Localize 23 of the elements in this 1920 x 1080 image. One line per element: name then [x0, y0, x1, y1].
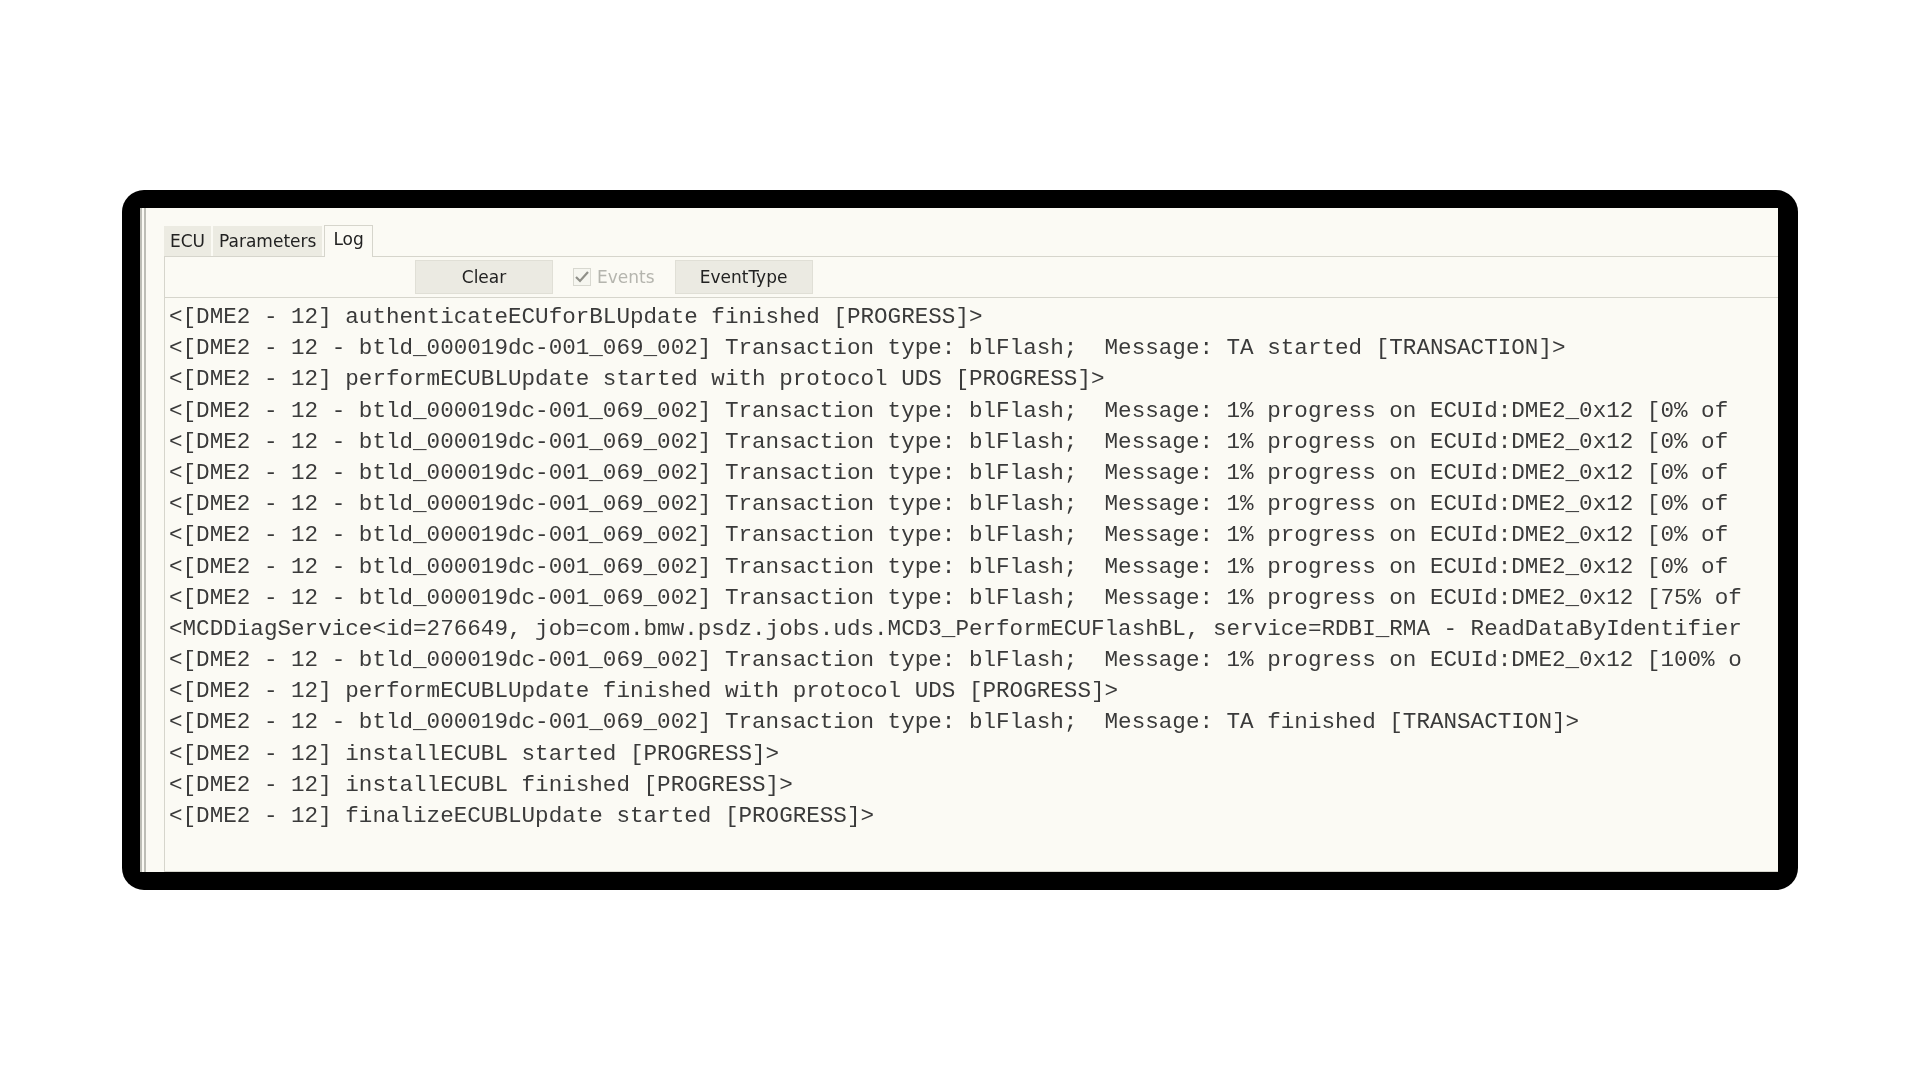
log-line: <[DME2 - 12] finalizeECUBLUpdate started [PROGRESS]> — [169, 802, 876, 831]
tab[interactable]: ECU — [164, 226, 212, 256]
log-line: <[DME2 - 12 - btld_000019dc-001_069_002] Transaction type: blFlash; Message: 1% progress on ECUId:DME2_0x12 [0% of — [169, 521, 1730, 551]
clear-button[interactable]: Clear — [415, 260, 553, 294]
log-line: <[DME2 - 12 - btld_000019dc-001_069_002] Transaction type: blFlash; Message: 1% progress on ECUId:DME2_0x12 [0% of — [169, 458, 1730, 488]
log-line: <MCDDiagService<id=276649, job=com.bmw.psdz.jobs.uds.MCD3_PerformECUFlashBL, service=RDBI_RMA - ReadDataByIdentifier — [169, 614, 1743, 644]
log-line: <[DME2 - 12 - btld_000019dc-001_069_002] Transaction type: blFlash; Message: TA started [TRANSACTION]> — [169, 334, 1567, 364]
log-line: <[DME2 - 12 - btld_000019dc-001_069_002] Transaction type: blFlash; Message: 1% progress on ECUId:DME2_0x12 [75% of — [169, 583, 1743, 613]
log-line: <[DME2 - 12] installECUBL started [PROGRESS]> — [169, 739, 781, 769]
log-line: <[DME2 - 12] performECUBLUpdate finished with protocol UDS [PROGRESS]> — [169, 677, 1120, 707]
log-line: <[DME2 - 12 - btld_000019dc-001_069_002] Transaction type: blFlash; Message: 1% progress on ECUId:DME2_0x12 [0% of — [169, 396, 1730, 426]
log-line: <[DME2 - 12 - btld_000019dc-001_069_002] Transaction type: blFlash; Message: 1% progress on ECUId:DME2_0x12 [0% of — [169, 552, 1730, 582]
tab[interactable]: Log — [324, 225, 373, 257]
log-line: <[DME2 - 12 - btld_000019dc-001_069_002] Transaction type: blFlash; Message: 1% progress on ECUId:DME2_0x12 [0% of — [169, 490, 1730, 520]
log-line: <[DME2 - 12 - btld_000019dc-001_069_002] Transaction type: blFlash; Message: 1% progress on ECUId:DME2_0x12 [100% o — [169, 646, 1743, 676]
log-line: <[DME2 - 12] installECUBL finished [PROGRESS]> — [169, 770, 794, 800]
events-label: Events — [597, 267, 655, 287]
log-line: <[DME2 - 12 - btld_000019dc-001_069_002] Transaction type: blFlash; Message: TA finished [TRANSACTION]> — [169, 708, 1581, 738]
log-line: <[DME2 - 12] performECUBLUpdate started with protocol UDS [PROGRESS]> — [169, 365, 1106, 395]
log-line: <[DME2 - 12] authenticateECUforBLUpdate finished [PROGRESS]> — [169, 303, 984, 332]
tab[interactable]: Parameters — [213, 226, 323, 256]
eventtype-button[interactable]: EventType — [674, 260, 813, 294]
log-line: <[DME2 - 12 - btld_000019dc-001_069_002] Transaction type: blFlash; Message: 1% progress on ECUId:DME2_0x12 [0% of — [169, 427, 1730, 457]
